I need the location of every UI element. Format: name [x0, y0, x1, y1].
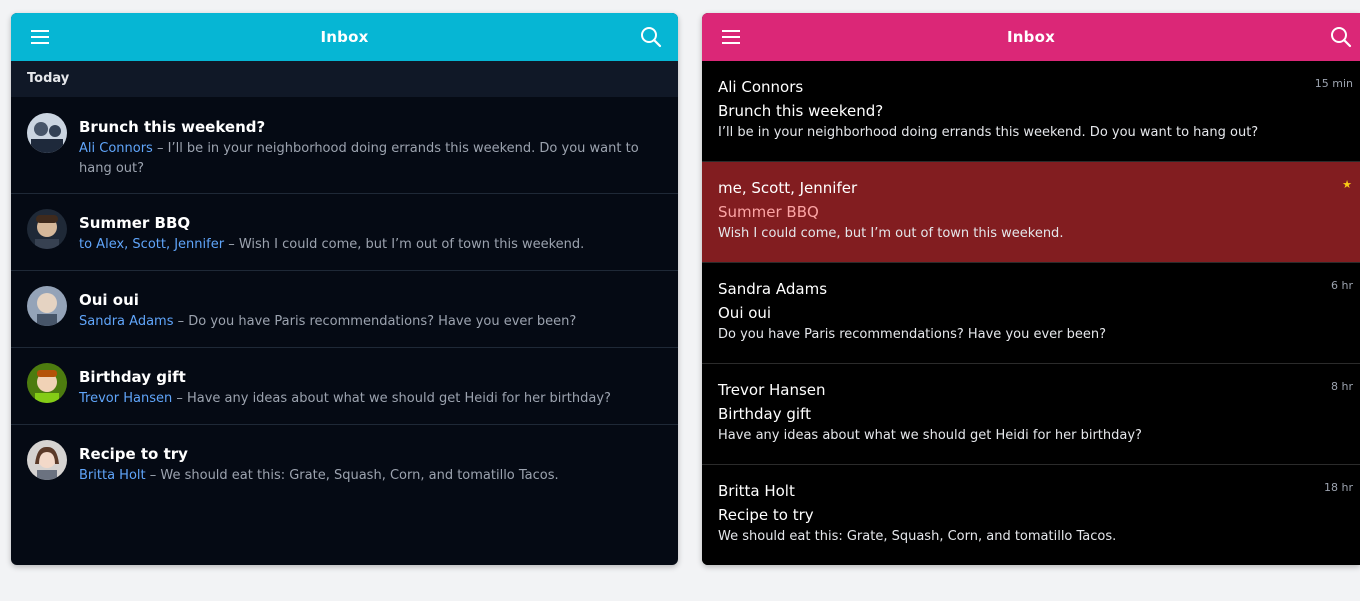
list-item[interactable]: Birthday gift Trevor Hansen – Have any i… [11, 348, 678, 425]
person-avatar-icon [27, 209, 67, 249]
menu-icon[interactable] [29, 27, 51, 47]
search-icon[interactable] [640, 26, 662, 48]
list-subheader: Today [11, 61, 678, 97]
avatar [27, 113, 67, 153]
item-from: Britta Holt [718, 482, 795, 500]
item-preview: Do you have Paris recommendations? Have … [718, 327, 1107, 342]
item-title: Birthday gift [79, 368, 186, 386]
item-sender: Ali Connors [79, 141, 153, 156]
list-item[interactable]: Oui oui Sandra Adams – Do you have Paris… [11, 271, 678, 348]
list-item-selected[interactable]: me, Scott, Jennifer Summer BBQ Wish I co… [702, 162, 1360, 263]
item-sender: Trevor Hansen [79, 391, 173, 406]
item-from: me, Scott, Jennifer [718, 179, 858, 197]
item-sender: to Alex, Scott, Jennifer [79, 237, 225, 252]
list-item[interactable]: Sandra Adams Oui oui Do you have Paris r… [702, 263, 1360, 364]
list-item[interactable]: Recipe to try Britta Holt – We should ea… [11, 425, 678, 502]
item-separator: – [224, 237, 239, 252]
item-subject: Recipe to try [718, 506, 814, 524]
right-inbox-panel: Inbox Ali Connors Brunch this weekend? I… [702, 13, 1360, 565]
list-item[interactable]: Trevor Hansen Birthday gift Have any ide… [702, 364, 1360, 465]
item-preview: I’ll be in your neighborhood doing erran… [718, 125, 1259, 140]
item-from: Trevor Hansen [718, 381, 826, 399]
left-app-bar: Inbox [11, 13, 678, 61]
right-app-bar: Inbox [702, 13, 1360, 61]
item-from: Ali Connors [718, 78, 804, 96]
item-time: 6 hr [1331, 279, 1353, 292]
item-subject: Brunch this weekend? [718, 102, 884, 120]
search-icon[interactable] [1330, 26, 1352, 48]
person-avatar-icon [27, 363, 67, 403]
item-time: 18 hr [1324, 481, 1353, 494]
item-preview: Wish I could come, but I’m out of town t… [718, 226, 1064, 241]
star-icon[interactable]: ★ [1342, 178, 1352, 191]
item-preview: Wish I could come, but I’m out of town t… [238, 237, 585, 252]
item-separator: – [172, 391, 187, 406]
item-separator: – [152, 141, 168, 156]
item-preview: Do you have Paris recommendations? Have … [188, 314, 577, 329]
item-time: 8 hr [1331, 380, 1353, 393]
item-sender: Britta Holt [79, 468, 146, 483]
right-app-bar-title: Inbox [1007, 28, 1055, 46]
item-subject: Oui oui [718, 304, 772, 322]
item-separator: – [173, 314, 189, 329]
item-sender: Sandra Adams [79, 314, 174, 329]
item-title: Brunch this weekend? [79, 118, 266, 136]
avatar [27, 363, 67, 403]
item-title: Summer BBQ [79, 214, 191, 232]
list-item[interactable]: Summer BBQ to Alex, Scott, Jennifer – Wi… [11, 194, 678, 271]
item-time: 15 min [1314, 77, 1353, 90]
list-item[interactable]: Ali Connors Brunch this weekend? I’ll be… [702, 61, 1360, 162]
item-preview: Have any ideas about what we should get … [186, 391, 611, 406]
list-item[interactable]: Britta Holt Recipe to try We should eat … [702, 465, 1360, 565]
item-title: Recipe to try [79, 445, 188, 463]
avatar [27, 440, 67, 480]
person-avatar-icon [27, 286, 67, 326]
person-avatar-icon [27, 440, 67, 480]
item-title: Oui oui [79, 291, 139, 309]
item-separator: – [145, 468, 161, 483]
menu-icon[interactable] [720, 27, 742, 47]
avatar [27, 286, 67, 326]
item-from: Sandra Adams [718, 280, 828, 298]
left-inbox-panel: Inbox Today Brunch this weekend? Ali Con… [11, 13, 678, 565]
item-subject: Birthday gift [718, 405, 811, 423]
item-preview: We should eat this: Grate, Squash, Corn,… [718, 529, 1117, 544]
item-preview: Have any ideas about what we should get … [718, 428, 1142, 443]
left-app-bar-title: Inbox [320, 28, 369, 46]
avatar [27, 209, 67, 249]
list-item[interactable]: Brunch this weekend? Ali Connors – I’ll … [11, 97, 678, 194]
item-preview: We should eat this: Grate, Squash, Corn,… [160, 468, 559, 483]
person-avatar-icon [27, 113, 67, 153]
item-subject: Summer BBQ [718, 203, 819, 221]
